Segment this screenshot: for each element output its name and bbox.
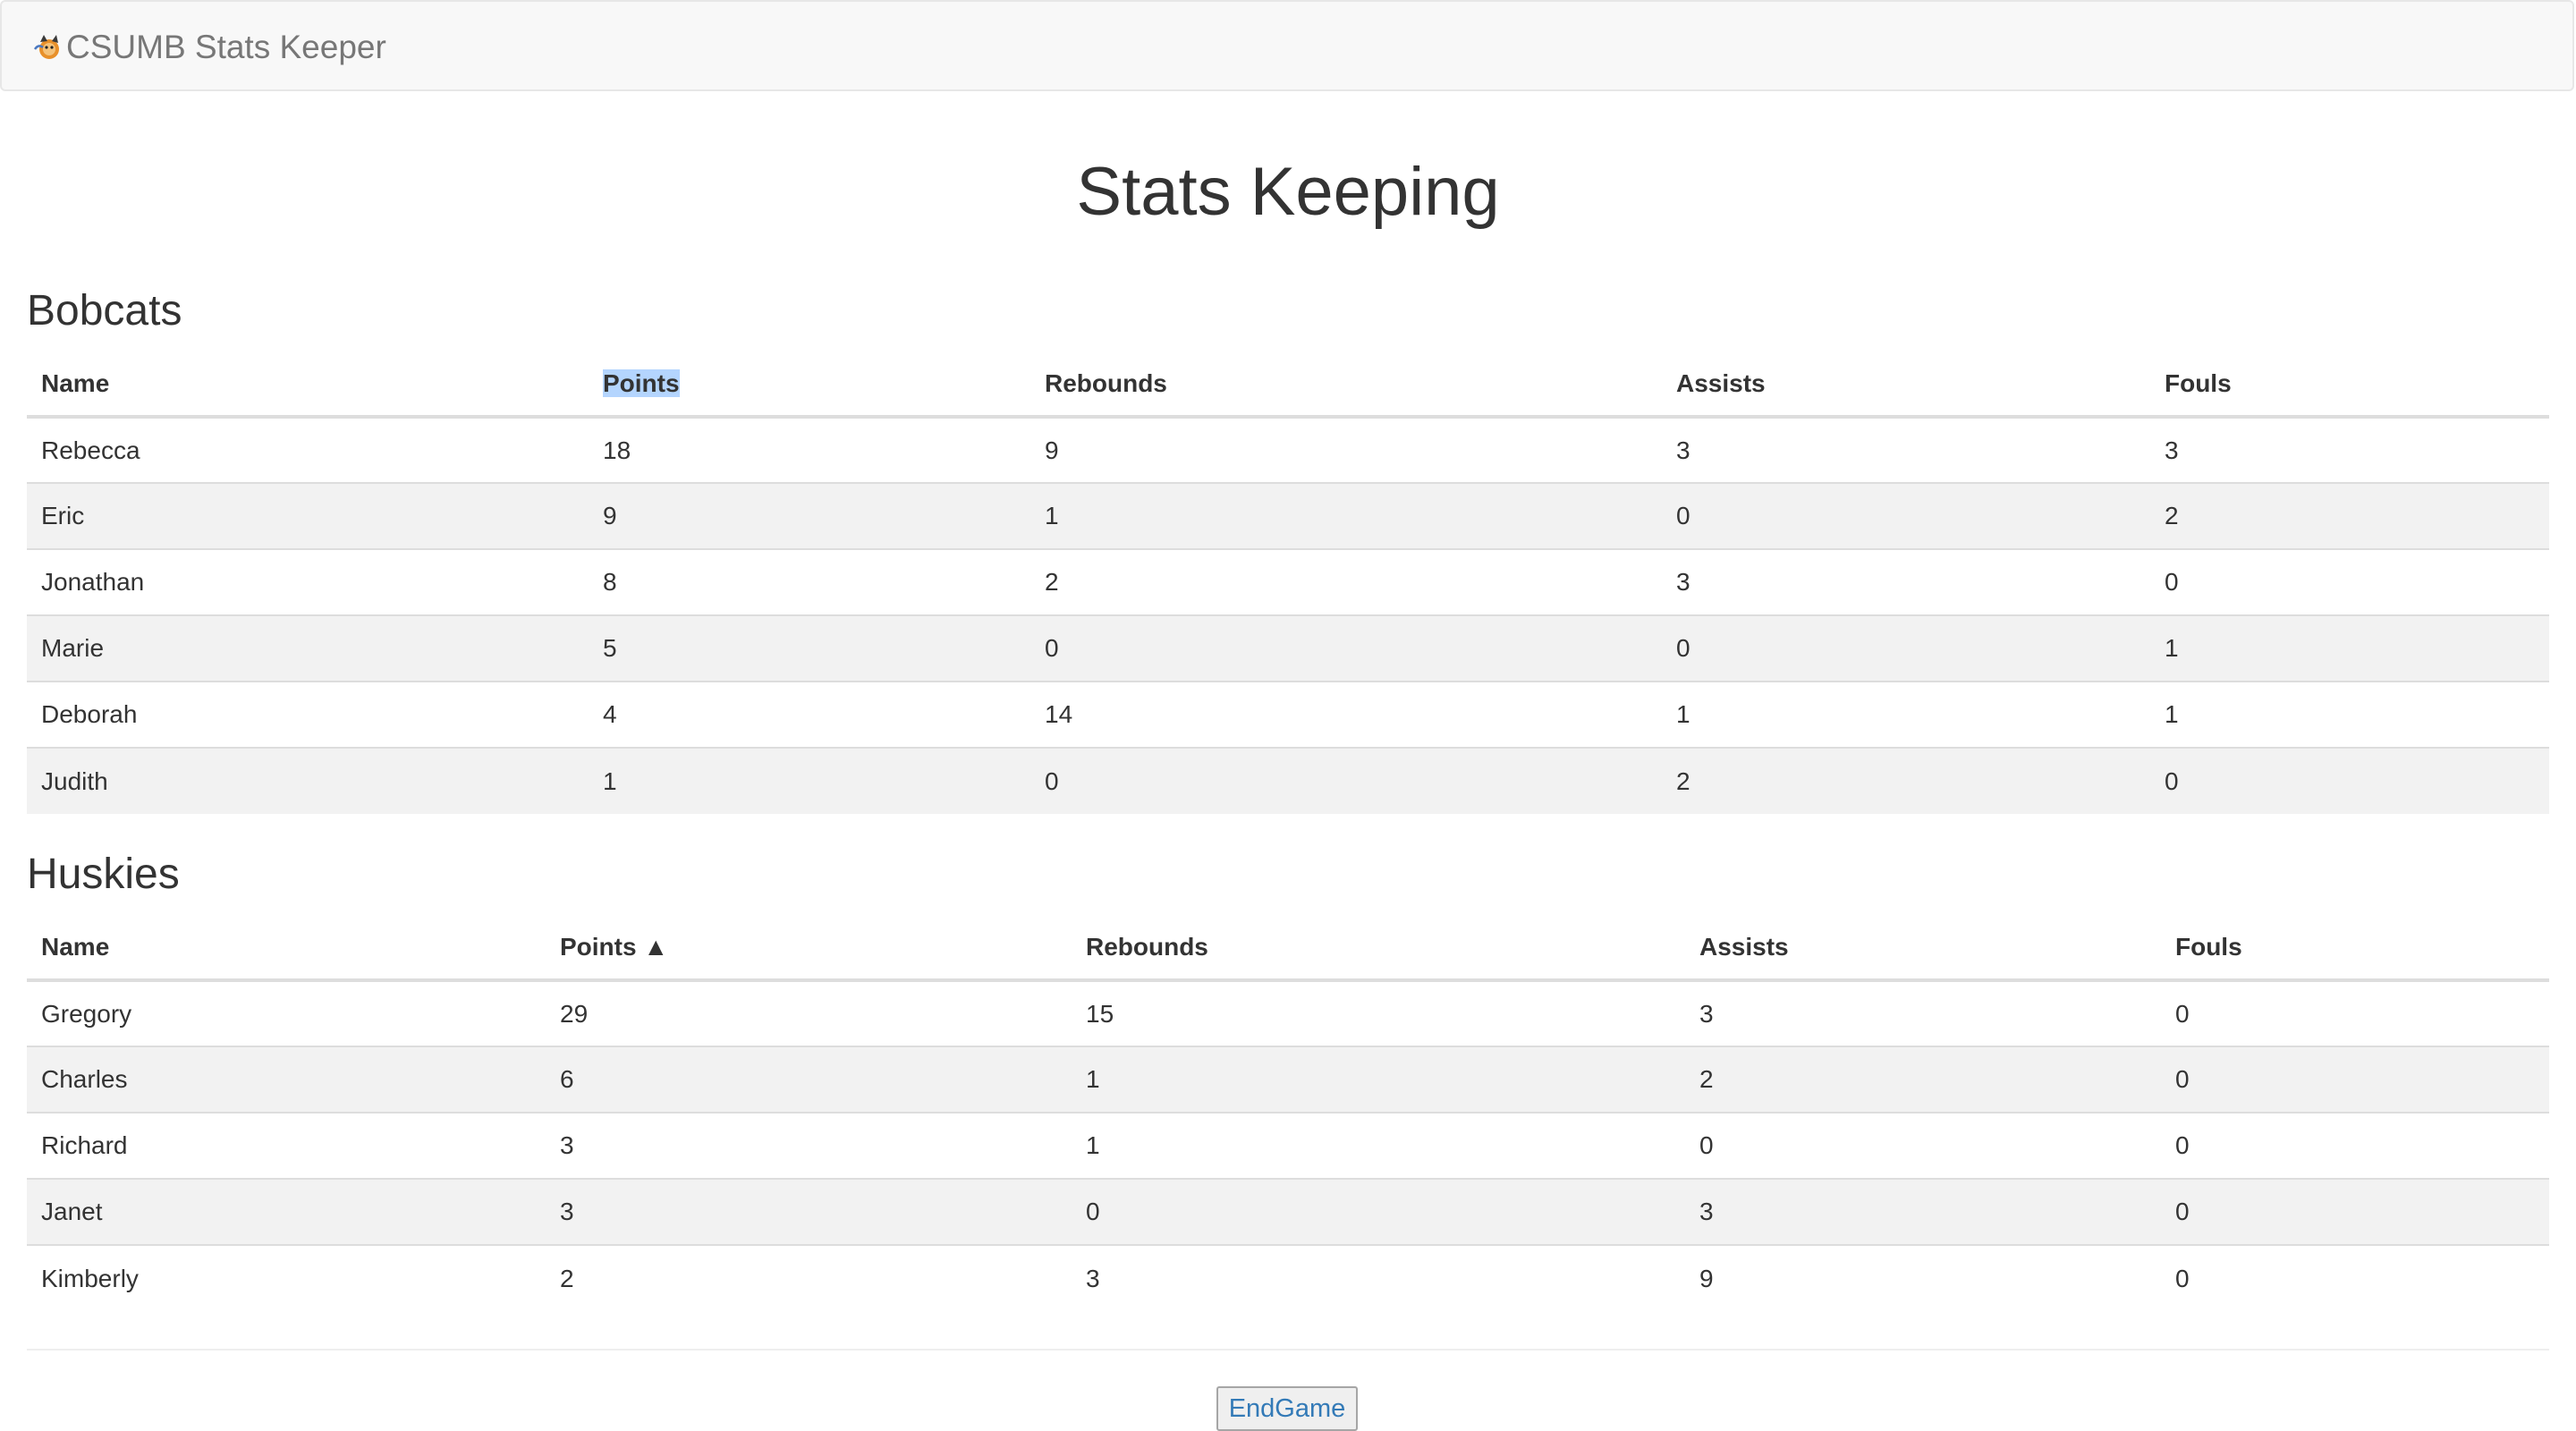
fouls-cell: 0	[2161, 1178, 2549, 1245]
end-game-button[interactable]: EndGame	[1216, 1386, 1358, 1431]
bobcat-logo-icon	[32, 31, 64, 64]
rebounds-cell: 0	[1030, 747, 1662, 814]
rebounds-cell: 2	[1030, 548, 1662, 615]
points-cell: 18	[603, 436, 631, 464]
team-heading-huskies: Huskies	[27, 851, 180, 898]
player-name: Janet	[27, 1178, 546, 1245]
table-row: Jonathan 8 2 3 0	[27, 548, 2549, 615]
column-header-rebounds[interactable]: Rebounds	[1030, 352, 1662, 419]
player-name: Rebecca	[41, 436, 140, 464]
points-cell: 3	[546, 1178, 1072, 1245]
column-header-assists[interactable]: Assists	[1662, 352, 2150, 419]
assists-cell: 3	[1685, 1178, 2161, 1245]
fouls-cell: 0	[2150, 548, 2549, 615]
assists-cell: 3	[1699, 999, 1714, 1028]
column-header-assists[interactable]: Assists	[1685, 916, 2161, 982]
assists-cell: 3	[1662, 548, 2150, 615]
rebounds-cell: 1	[1072, 1112, 1685, 1179]
fouls-cell: 0	[2161, 1046, 2549, 1113]
fouls-cell: 0	[2161, 1112, 2549, 1179]
player-name: Kimberly	[27, 1244, 546, 1311]
rebounds-cell: 0	[1072, 1178, 1685, 1245]
rebounds-cell: 9	[1045, 436, 1059, 464]
table-row: Rebecca 18 9 3 3	[27, 417, 2549, 483]
assists-cell: 0	[1662, 482, 2150, 549]
selected-text: Points	[603, 369, 680, 397]
fouls-cell: 0	[2175, 999, 2190, 1028]
points-cell: 5	[589, 614, 1030, 682]
player-name: Gregory	[41, 999, 132, 1028]
rebounds-cell: 0	[1030, 614, 1662, 682]
rebounds-cell: 14	[1030, 681, 1662, 748]
player-name: Marie	[27, 614, 589, 682]
divider	[27, 1349, 2549, 1351]
table-row: Deborah 4 14 1 1	[27, 681, 2549, 748]
player-name: Charles	[27, 1046, 546, 1113]
table-row: Judith 1 0 2 0	[27, 747, 2549, 814]
points-cell: 9	[589, 482, 1030, 549]
points-cell: 6	[546, 1046, 1072, 1113]
table-row: Eric 9 1 0 2	[27, 482, 2549, 549]
assists-cell: 0	[1685, 1112, 2161, 1179]
points-cell: 1	[589, 747, 1030, 814]
column-header-name[interactable]: Name	[27, 916, 546, 982]
player-name: Judith	[27, 747, 589, 814]
column-header-name[interactable]: Name	[27, 352, 589, 419]
rebounds-cell: 15	[1086, 999, 1114, 1028]
points-cell: 3	[546, 1112, 1072, 1179]
player-name: Richard	[27, 1112, 546, 1179]
column-header-fouls[interactable]: Fouls	[2161, 916, 2549, 982]
player-name: Deborah	[27, 681, 589, 748]
assists-cell: 0	[1662, 614, 2150, 682]
stats-table-bobcats: Name Points Rebounds Assists Fouls Rebec…	[27, 352, 2549, 814]
table-row: Marie 5 0 0 1	[27, 614, 2549, 682]
column-header-points[interactable]: Points	[589, 352, 1030, 419]
points-cell: 4	[589, 681, 1030, 748]
assists-cell: 2	[1685, 1046, 2161, 1113]
rebounds-cell: 1	[1030, 482, 1662, 549]
assists-cell: 1	[1662, 681, 2150, 748]
page-title: Stats Keeping	[1076, 154, 1500, 230]
table-header-row: Name Points ▲ Rebounds Assists Fouls	[27, 916, 2549, 982]
player-name: Eric	[27, 482, 589, 549]
team-heading-bobcats: Bobcats	[27, 287, 182, 334]
fouls-cell: 1	[2150, 681, 2549, 748]
table-row: Richard 3 1 0 0	[27, 1112, 2549, 1179]
table-header-row: Name Points Rebounds Assists Fouls	[27, 352, 2549, 419]
column-header-rebounds[interactable]: Rebounds	[1072, 916, 1685, 982]
assists-cell: 2	[1662, 747, 2150, 814]
fouls-cell: 0	[2150, 747, 2549, 814]
fouls-cell: 2	[2150, 482, 2549, 549]
assists-cell: 9	[1685, 1244, 2161, 1311]
points-cell: 8	[589, 548, 1030, 615]
table-row: Janet 3 0 3 0	[27, 1178, 2549, 1245]
brand-text: CSUMB Stats Keeper	[66, 29, 386, 65]
table-row: Kimberly 2 3 9 0	[27, 1244, 2549, 1311]
player-name: Jonathan	[27, 548, 589, 615]
column-header-points[interactable]: Points ▲	[546, 916, 1072, 982]
points-cell: 29	[560, 999, 589, 1028]
navbar: CSUMB Stats Keeper	[0, 0, 2574, 91]
fouls-cell: 0	[2161, 1244, 2549, 1311]
stats-table-huskies: Name Points ▲ Rebounds Assists Fouls Gre…	[27, 916, 2549, 1311]
assists-cell: 3	[1676, 436, 1690, 464]
fouls-cell: 1	[2150, 614, 2549, 682]
points-cell: 2	[546, 1244, 1072, 1311]
table-row: Gregory 29 15 3 0	[27, 980, 2549, 1046]
table-row: Charles 6 1 2 0	[27, 1046, 2549, 1113]
rebounds-cell: 3	[1072, 1244, 1685, 1311]
rebounds-cell: 1	[1072, 1046, 1685, 1113]
fouls-cell: 3	[2165, 436, 2179, 464]
column-header-fouls[interactable]: Fouls	[2150, 352, 2549, 419]
brand-link[interactable]: CSUMB Stats Keeper	[32, 25, 386, 70]
